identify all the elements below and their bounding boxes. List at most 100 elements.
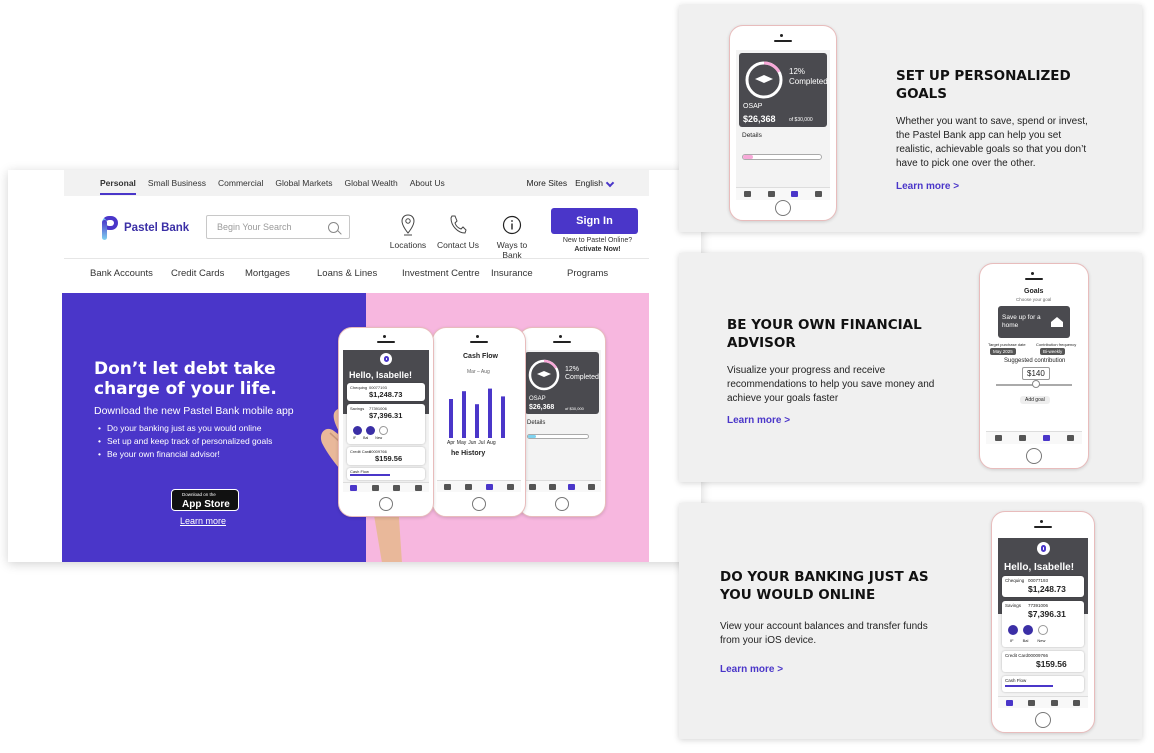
locations-link[interactable]: Locations xyxy=(388,212,428,250)
cashflow-bar-mark xyxy=(449,399,453,438)
cashflow-card[interactable]: Cash Flow xyxy=(1002,676,1084,692)
more-sites-link[interactable]: More Sites xyxy=(526,178,567,188)
nav-credit-cards[interactable]: Credit Cards xyxy=(171,268,224,279)
goal-name: OSAP xyxy=(529,396,546,402)
month-label: Aug xyxy=(486,440,496,446)
home-tab-icon[interactable] xyxy=(1005,699,1013,706)
choose-goal: Choose your goal xyxy=(1016,297,1052,302)
transfer-icon[interactable] xyxy=(1008,625,1018,635)
transfer-icon[interactable] xyxy=(353,426,362,435)
savings-card[interactable]: Savings 77391006 $7,396.31 IF Bal New xyxy=(1002,601,1084,647)
goals-tab-icon[interactable] xyxy=(1042,435,1050,441)
nav-mortgages[interactable]: Mortgages xyxy=(245,268,290,279)
bills-tab-icon[interactable] xyxy=(548,483,556,490)
cashflow-card[interactable]: Cash Flow xyxy=(347,468,425,480)
home-tab-icon[interactable] xyxy=(994,435,1002,441)
bills-tab-icon[interactable] xyxy=(465,483,472,490)
nav-insurance[interactable]: Insurance xyxy=(491,268,533,279)
more-tab-icon[interactable] xyxy=(507,483,514,490)
more-tab-icon[interactable] xyxy=(814,191,822,197)
goal-slider[interactable] xyxy=(742,154,822,160)
brand-name: Pastel Bank xyxy=(124,222,190,234)
chequing-card[interactable]: Chequing 00077193 $1,248.73 xyxy=(1002,576,1084,597)
more-tab-icon[interactable] xyxy=(587,483,595,490)
add-goal-button[interactable]: Add goal xyxy=(1020,396,1050,404)
hero-subtitle: Download the new Pastel Bank mobile app xyxy=(94,405,294,417)
phone-cashflow-mock: Cash Flow Mar – Aug Apr May Jun Jul Aug … xyxy=(432,327,526,517)
month-label: May xyxy=(456,440,467,446)
hero-bullet: Set up and keep track of personalized go… xyxy=(98,435,272,448)
contribution-slider[interactable] xyxy=(996,380,1072,388)
app-store-button[interactable]: Download on the App Store xyxy=(171,489,239,511)
cashflow-bar xyxy=(350,474,390,476)
more-tab-icon[interactable] xyxy=(1073,699,1081,706)
topbar-link-global-markets[interactable]: Global Markets xyxy=(275,178,332,188)
feature-panel-goals: 12% Completed OSAP $26,368 of $30,000 De… xyxy=(679,5,1142,232)
goal-slider[interactable] xyxy=(527,434,589,439)
more-tab-icon[interactable] xyxy=(414,484,422,491)
bills-tab-icon[interactable] xyxy=(371,484,379,491)
credit-card-card[interactable]: Credit Card 00009766 $159.56 xyxy=(347,447,425,465)
search-icon[interactable] xyxy=(328,221,339,233)
panel-body: View your account balances and transfer … xyxy=(720,621,928,646)
tab-bar xyxy=(736,187,830,200)
savings-acct: 77391006 xyxy=(1028,603,1049,608)
credit-card-card[interactable]: Credit Card 00009766 $159.56 xyxy=(1002,651,1084,672)
activate-now-link[interactable]: Activate Now! xyxy=(551,245,644,254)
suggested-label: Suggested contribution xyxy=(1004,358,1066,364)
brand-logo[interactable]: Pastel Bank xyxy=(102,216,189,240)
save-home-card[interactable]: Save up for a home xyxy=(998,306,1070,338)
chequing-card[interactable]: Chequing 00077193 $1,248.73 xyxy=(347,383,425,401)
hero-banner: Don’t let debt take charge of your life.… xyxy=(62,293,649,562)
balance-icon[interactable] xyxy=(366,426,375,435)
tab-bar xyxy=(523,480,601,492)
nav-programs[interactable]: Programs xyxy=(567,268,608,279)
search-input[interactable]: Begin Your Search xyxy=(206,215,350,239)
sign-in-button[interactable]: Sign In xyxy=(551,208,638,234)
suggested-amount[interactable]: $140 xyxy=(1022,367,1050,380)
contact-us-link[interactable]: Contact Us xyxy=(436,212,480,250)
hero-learn-more-link[interactable]: Learn more xyxy=(180,516,226,526)
language-selector[interactable]: English xyxy=(575,178,615,188)
savings-card[interactable]: Savings 77391006 $7,396.31 IF Bal New xyxy=(347,404,425,444)
panel-learn-more-link[interactable]: Learn more > xyxy=(720,664,783,675)
balance-icon[interactable] xyxy=(1023,625,1033,635)
progress-ring-icon xyxy=(528,359,560,391)
action-label: IF xyxy=(1010,638,1014,643)
bills-tab-icon[interactable] xyxy=(1028,699,1036,706)
bills-tab-icon[interactable] xyxy=(767,191,775,197)
goals-tab-icon[interactable] xyxy=(568,483,576,490)
goals-tab-icon[interactable] xyxy=(486,483,493,490)
home-tab-icon[interactable] xyxy=(529,483,537,490)
nav-bank-accounts[interactable]: Bank Accounts xyxy=(90,268,153,279)
topbar-link-small-business[interactable]: Small Business xyxy=(148,178,206,188)
goals-tab-icon[interactable] xyxy=(393,484,401,491)
goals-tab-icon[interactable] xyxy=(1050,699,1058,706)
bills-tab-icon[interactable] xyxy=(1018,435,1026,441)
panel-learn-more-link[interactable]: Learn more > xyxy=(896,181,959,192)
target-date-select[interactable]: May 2025 xyxy=(990,348,1016,355)
month-range: Mar – Aug xyxy=(467,369,490,375)
topbar-link-global-wealth[interactable]: Global Wealth xyxy=(345,178,398,188)
topbar-link-personal[interactable]: Personal xyxy=(100,171,136,195)
panel-learn-more-link[interactable]: Learn more > xyxy=(727,415,790,426)
ways-to-bank-link[interactable]: Ways to Bank xyxy=(487,212,537,260)
add-icon[interactable] xyxy=(1038,625,1048,635)
goals-tab-icon[interactable] xyxy=(791,191,799,197)
greeting: Hello, Isabelle! xyxy=(1004,562,1075,573)
more-tab-icon[interactable] xyxy=(1066,435,1074,441)
add-icon[interactable] xyxy=(379,426,388,435)
home-tab-icon[interactable] xyxy=(444,483,451,490)
frequency-select[interactable]: Bi-weekly xyxy=(1040,348,1066,355)
home-tab-icon[interactable] xyxy=(744,191,752,197)
website-mock: Personal Small Business Commercial Globa… xyxy=(8,170,701,562)
home-tab-icon[interactable] xyxy=(350,484,358,491)
panel-title: SET UP PERSONALIZED GOALS xyxy=(896,68,1071,102)
top-utility-bar: Personal Small Business Commercial Globa… xyxy=(64,170,649,196)
goals-title: Goals xyxy=(1024,288,1044,295)
goal-summary-card: 12% Completed OSAP $26,368 of $30,000 xyxy=(525,352,599,414)
topbar-link-commercial[interactable]: Commercial xyxy=(218,178,263,188)
nav-loans-lines[interactable]: Loans & Lines xyxy=(317,268,377,279)
nav-investment-centre[interactable]: Investment Centre xyxy=(402,268,480,279)
topbar-link-about-us[interactable]: About Us xyxy=(410,178,445,188)
